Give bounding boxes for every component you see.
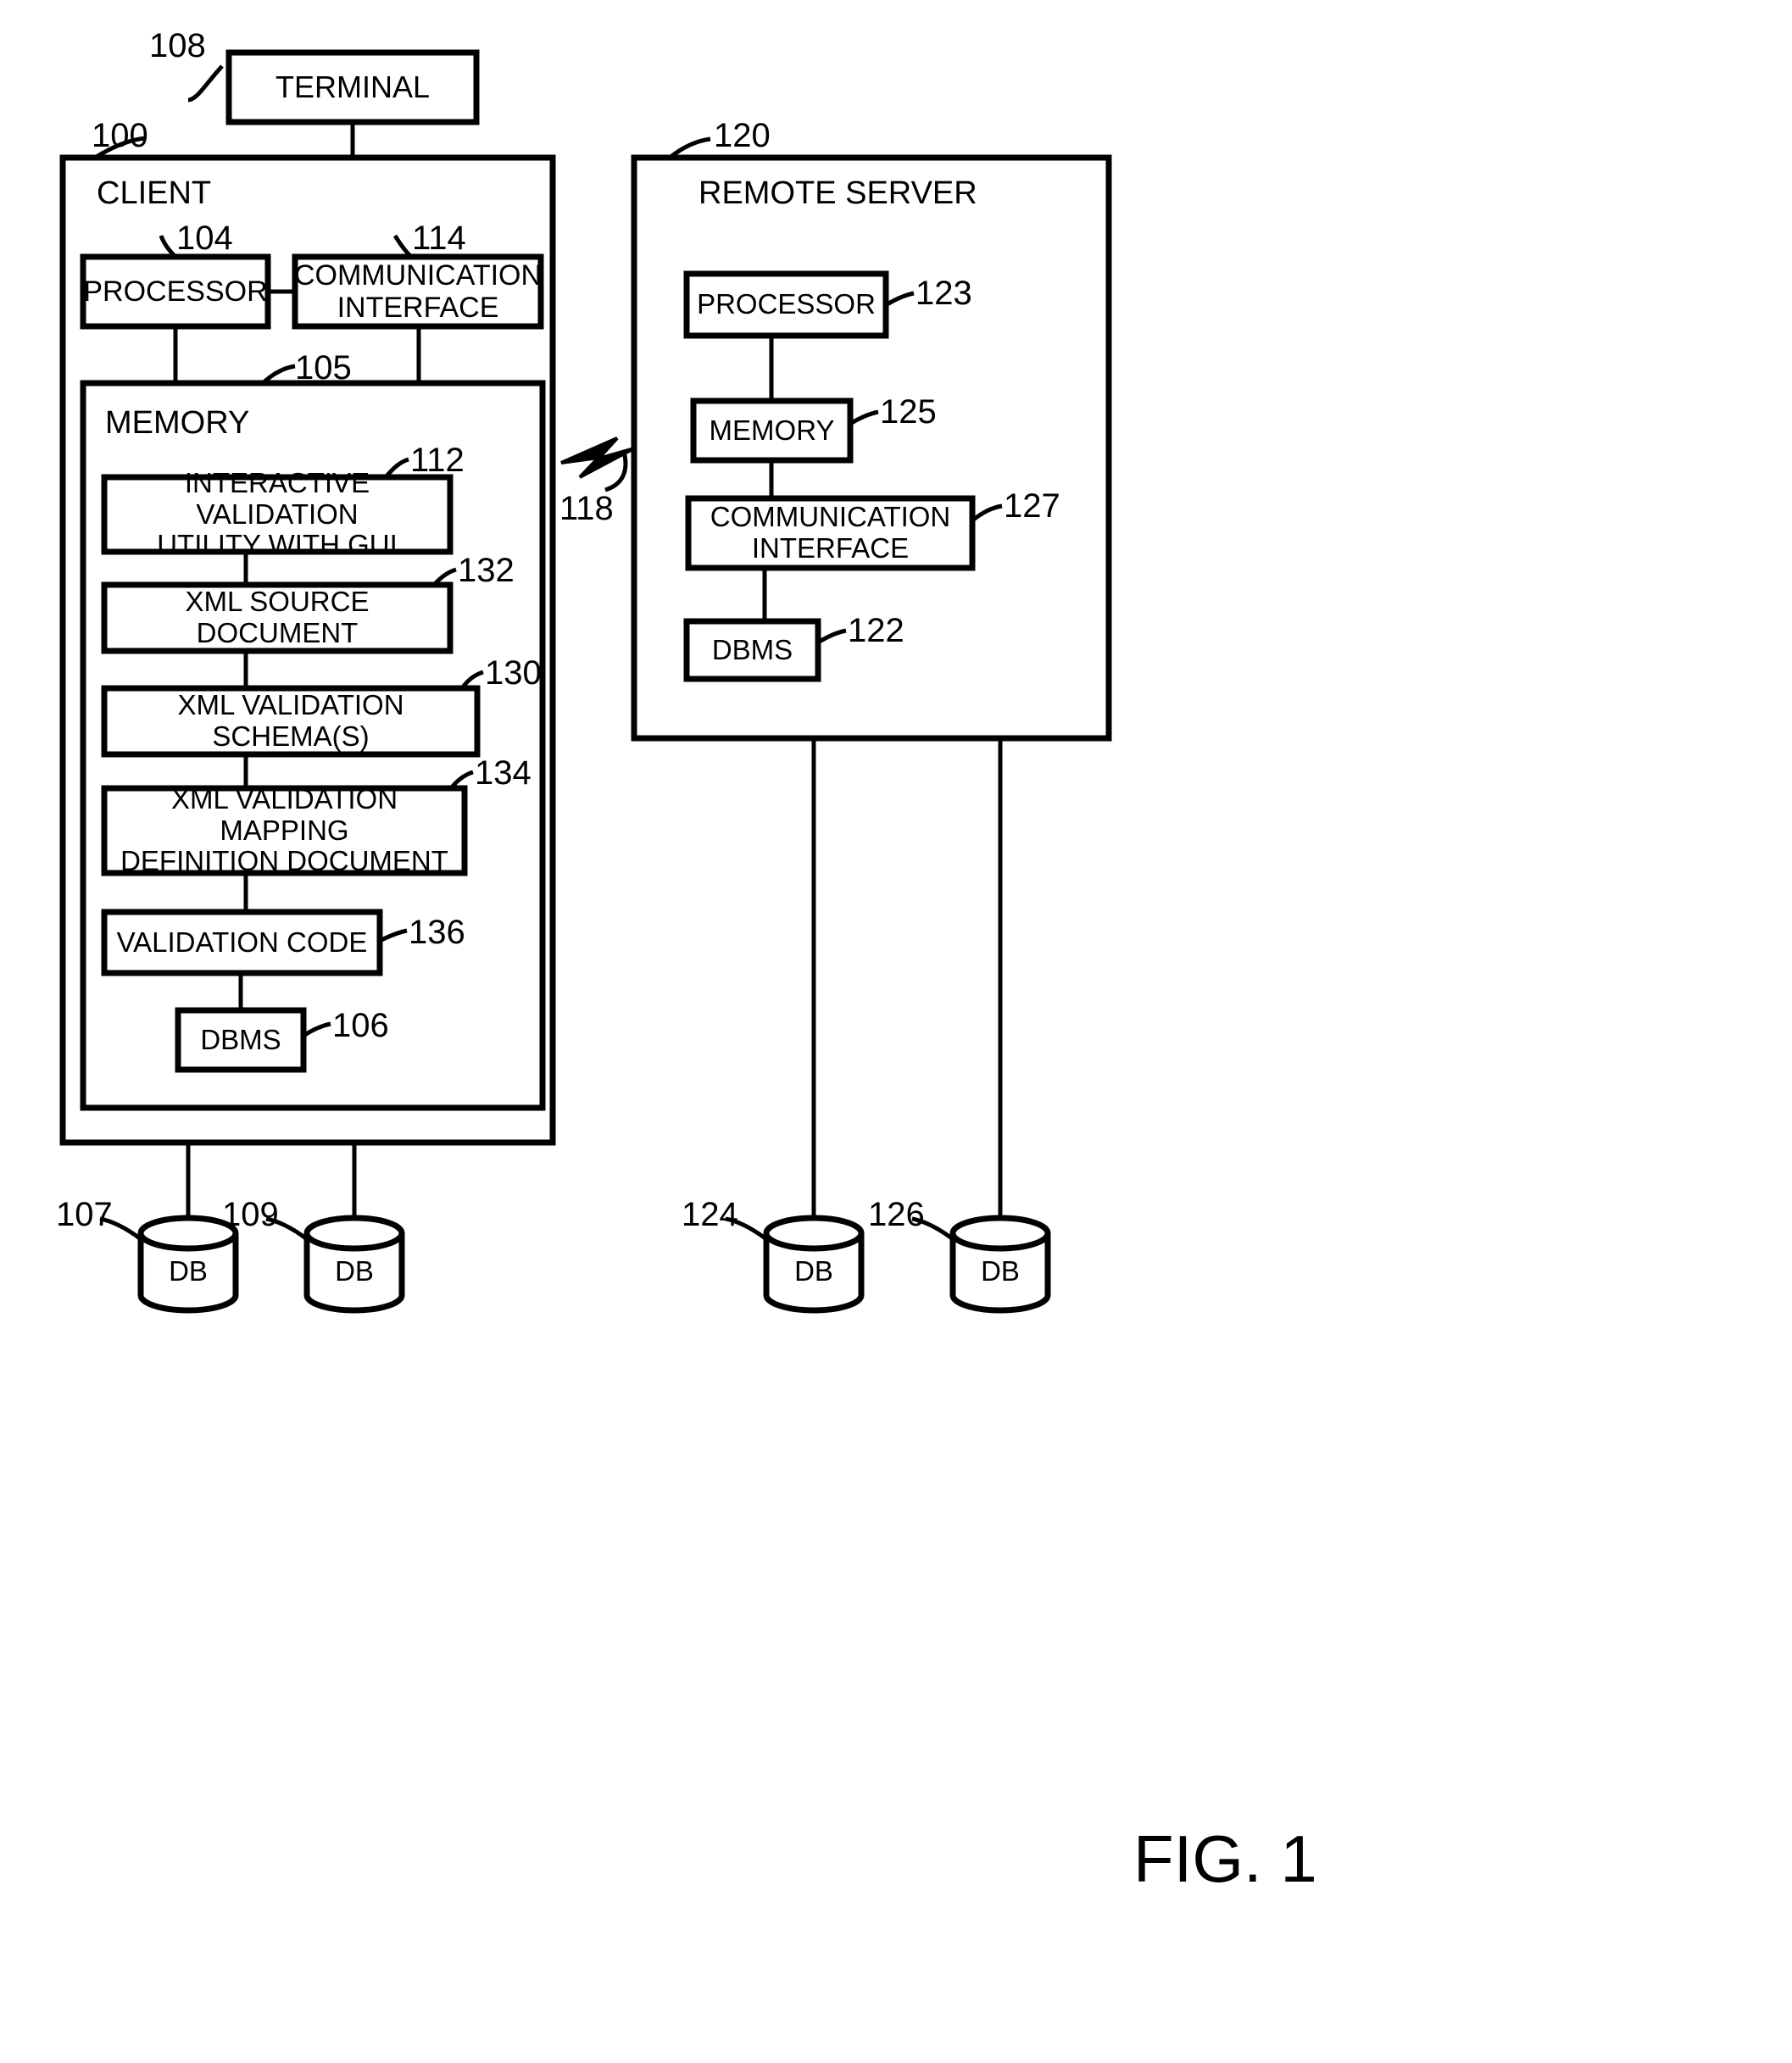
leader-114 <box>392 234 413 259</box>
patent-figure: TERMINAL 108 CLIENT 100 PROCESSOR 104 CO… <box>0 0 1792 2063</box>
ref-122: 122 <box>848 612 904 649</box>
diagram-vector-layer <box>59 49 1112 1314</box>
db-109-label: DB <box>335 1255 374 1287</box>
db-107-label: DB <box>169 1255 208 1287</box>
leader-123 <box>884 291 915 308</box>
ref-107: 107 <box>56 1196 113 1233</box>
ivu-box <box>101 474 454 555</box>
ref-100: 100 <box>92 117 148 154</box>
leader-106 <box>302 1021 331 1038</box>
figure-caption: FIG. 1 <box>1133 1821 1317 1896</box>
ref-118: 118 <box>559 490 614 527</box>
ref-125: 125 <box>880 393 937 431</box>
client-memory-title: MEMORY <box>105 405 250 441</box>
ref-108: 108 <box>149 27 206 64</box>
server-processor-box <box>683 270 889 339</box>
server-memory-box <box>690 398 854 464</box>
db-124-label: DB <box>794 1255 833 1287</box>
leader-125 <box>849 409 879 426</box>
leader-108 <box>187 64 224 103</box>
ref-126: 126 <box>868 1196 925 1233</box>
server-comm-box <box>685 495 976 571</box>
client-processor-box <box>80 253 271 330</box>
ref-132: 132 <box>458 552 515 589</box>
ref-136: 136 <box>409 914 465 951</box>
ref-106: 106 <box>332 1007 389 1044</box>
xml-mapping-box <box>101 785 468 876</box>
xml-source-box <box>101 581 454 654</box>
ref-109: 109 <box>222 1196 279 1233</box>
ref-104: 104 <box>176 220 233 257</box>
leader-127 <box>971 503 1003 522</box>
ref-127: 127 <box>1004 487 1060 525</box>
ref-114: 114 <box>412 220 466 257</box>
db-126-label: DB <box>981 1255 1020 1287</box>
server-box <box>631 154 1112 742</box>
ref-105: 105 <box>295 349 352 386</box>
leader-122 <box>816 628 847 645</box>
validation-code-box <box>101 909 383 976</box>
ref-130: 130 <box>485 654 542 692</box>
ref-124: 124 <box>682 1196 738 1233</box>
client-memory-box <box>80 380 546 1111</box>
server-title: REMOTE SERVER <box>698 175 977 211</box>
server-dbms-box <box>683 618 821 682</box>
terminal-box <box>225 49 480 125</box>
leader-136 <box>378 928 408 943</box>
ref-112: 112 <box>410 442 465 479</box>
ref-120: 120 <box>714 117 771 154</box>
client-dbms-box <box>175 1007 307 1073</box>
client-comm-box <box>292 253 544 330</box>
xml-schema-box <box>101 685 481 758</box>
leader-104 <box>159 235 177 259</box>
ref-134: 134 <box>475 754 531 792</box>
ref-123: 123 <box>915 275 972 312</box>
client-title: CLIENT <box>97 175 212 211</box>
